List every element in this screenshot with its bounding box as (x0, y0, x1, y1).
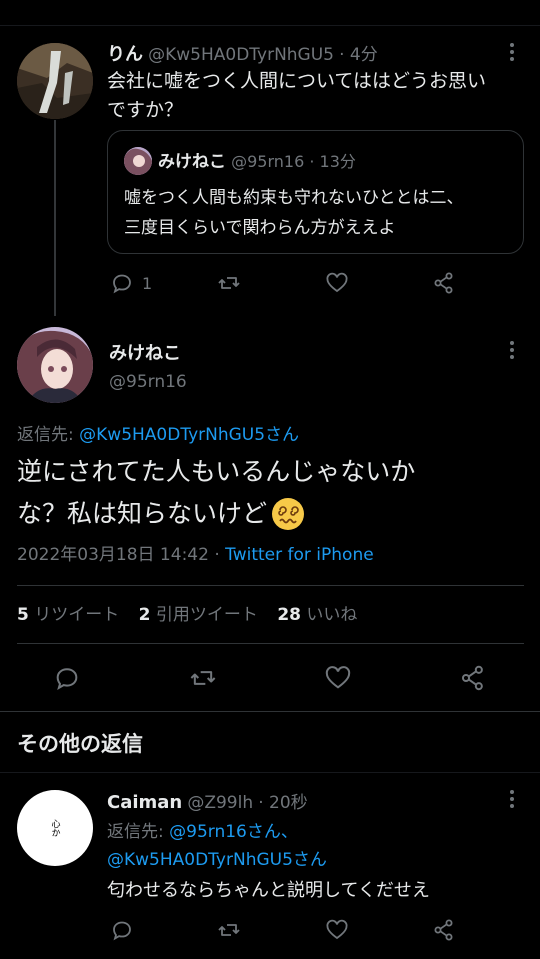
reply2-header: Caiman @Z99lh · 20秒 (107, 788, 308, 813)
quoted-text-line1: 嘘をつく人間も約束も守れないひととは二、 (124, 188, 464, 208)
main-meta: 2022年03月18日 14:42 · Twitter for iPhone (17, 540, 374, 565)
divider (0, 711, 540, 712)
share-icon (434, 919, 453, 941)
dizzy-face-emoji-icon (271, 497, 305, 531)
quoted-author-name: みけねこ (158, 152, 226, 172)
share-icon (461, 665, 483, 691)
likes-count: 28 (277, 605, 301, 625)
reply-button[interactable]: 1 (110, 271, 152, 295)
more-options-icon[interactable] (509, 43, 515, 61)
main-stats: 5 リツイート 2 引用ツイート 28 いいね (17, 600, 357, 625)
main-share-button[interactable] (459, 664, 487, 692)
reply-to-label: 返信先: (17, 425, 80, 445)
waterfall-image (17, 43, 93, 119)
divider (0, 772, 540, 773)
main-reply-to: 返信先: @Kw5HA0DTyrNhGU5さん (17, 420, 299, 445)
more-options-icon[interactable] (509, 341, 515, 359)
main-source[interactable]: Twitter for iPhone (225, 545, 374, 565)
avatar-rin[interactable] (17, 43, 93, 119)
retweet-button[interactable] (217, 918, 241, 942)
share-icon (434, 272, 453, 294)
quotes-stat[interactable]: 2 引用ツイート (139, 605, 258, 625)
quoted-header: みけねこ @95rn16 · 13分 (158, 147, 356, 172)
timestamp[interactable]: · 20秒 (258, 793, 307, 813)
anime-avatar-image (17, 327, 93, 403)
quoted-author-handle: @95rn16 (231, 152, 305, 171)
reply1-text-line1: 会社に嘘をつく人間についてははどうお思い (107, 70, 487, 92)
main-date[interactable]: 2022年03月18日 14:42 · (17, 545, 225, 565)
reply1-text-line2: ですか？ (107, 99, 184, 121)
quoted-tweet[interactable]: みけねこ @95rn16 · 13分 嘘をつく人間も約束も守れないひととは二、 … (107, 130, 524, 254)
heart-icon (326, 272, 348, 293)
top-divider (0, 25, 540, 26)
author-name[interactable]: りん (107, 44, 143, 65)
quoted-text: 嘘をつく人間も約束も守れないひととは二、 三度目くらいで関わらん方がええよ (124, 183, 464, 243)
quoted-text-line2: 三度目くらいで関わらん方がええよ (124, 218, 396, 238)
share-button[interactable] (432, 918, 456, 942)
main-like-button[interactable] (324, 664, 352, 692)
reply-count: 1 (142, 273, 153, 293)
reply-to-link[interactable]: @95rn16さん、 (169, 822, 298, 842)
section-title: その他の返信 (17, 732, 143, 756)
retweets-stat[interactable]: 5 リツイート (17, 605, 119, 625)
thread-connector (54, 120, 56, 316)
like-button[interactable] (325, 271, 349, 295)
main-author-name[interactable]: みけねこ (109, 339, 181, 365)
author-handle[interactable]: @Kw5HA0DTyrNhGU5 (148, 45, 334, 65)
share-button[interactable] (432, 271, 456, 295)
avatar-caiman[interactable]: 心か (17, 790, 93, 866)
reply2-text: 匂わせるならちゃんと説明してくだせえ (107, 880, 430, 901)
retweets-label: リツイート (34, 605, 120, 625)
quotes-count: 2 (138, 605, 151, 625)
main-text-line1: 逆にされてた人もいるんじゃないか (17, 457, 416, 486)
timestamp[interactable]: · 4分 (339, 45, 378, 65)
reply-icon (56, 668, 78, 691)
main-author-handle[interactable]: @95rn16 (109, 372, 187, 392)
retweet-icon (190, 671, 216, 685)
heart-icon (325, 666, 351, 689)
reply-to-link[interactable]: @Kw5HA0DTyrNhGU5さん (79, 425, 299, 445)
main-retweet-button[interactable] (189, 664, 217, 692)
retweets-count: 5 (17, 605, 29, 625)
quotes-label: 引用ツイート (155, 605, 258, 625)
divider (17, 643, 524, 644)
main-text: 逆にされてた人もいるんじゃないか な？私は知らないけど (17, 451, 527, 535)
author-handle[interactable]: @Z99lh (187, 793, 253, 813)
retweet-icon (218, 277, 240, 289)
quoted-timestamp: · 13分 (309, 152, 356, 171)
quoted-avatar (124, 147, 152, 175)
retweet-button[interactable] (217, 271, 241, 295)
author-name[interactable]: Caiman (107, 792, 182, 813)
avatar-text: 心か (49, 819, 60, 837)
avatar-mikeneko[interactable] (17, 327, 93, 403)
main-text-line2: な？私は知らないけど (17, 499, 268, 528)
more-options-icon[interactable] (509, 790, 515, 808)
like-button[interactable] (325, 918, 349, 942)
retweet-icon (218, 924, 240, 936)
reply2-reply-to: 返信先: @95rn16さん、 @Kw5HA0DTyrNhGU5さん (107, 818, 327, 874)
reply-button[interactable] (110, 918, 134, 942)
likes-label: いいね (306, 605, 358, 625)
heart-icon (326, 919, 348, 940)
divider (17, 585, 524, 586)
main-reply-button[interactable] (53, 664, 81, 692)
reply1-header: りん @Kw5HA0DTyrNhGU5 · 4分 (107, 40, 378, 66)
likes-stat[interactable]: 28 いいね (277, 605, 357, 625)
reply-to-label: 返信先: (107, 822, 170, 842)
reply-icon (113, 274, 131, 294)
reply1-text: 会社に嘘をつく人間についてははどうお思い ですか？ (107, 67, 527, 125)
reply-icon (113, 921, 131, 941)
reply-to-link[interactable]: @Kw5HA0DTyrNhGU5さん (107, 846, 327, 874)
